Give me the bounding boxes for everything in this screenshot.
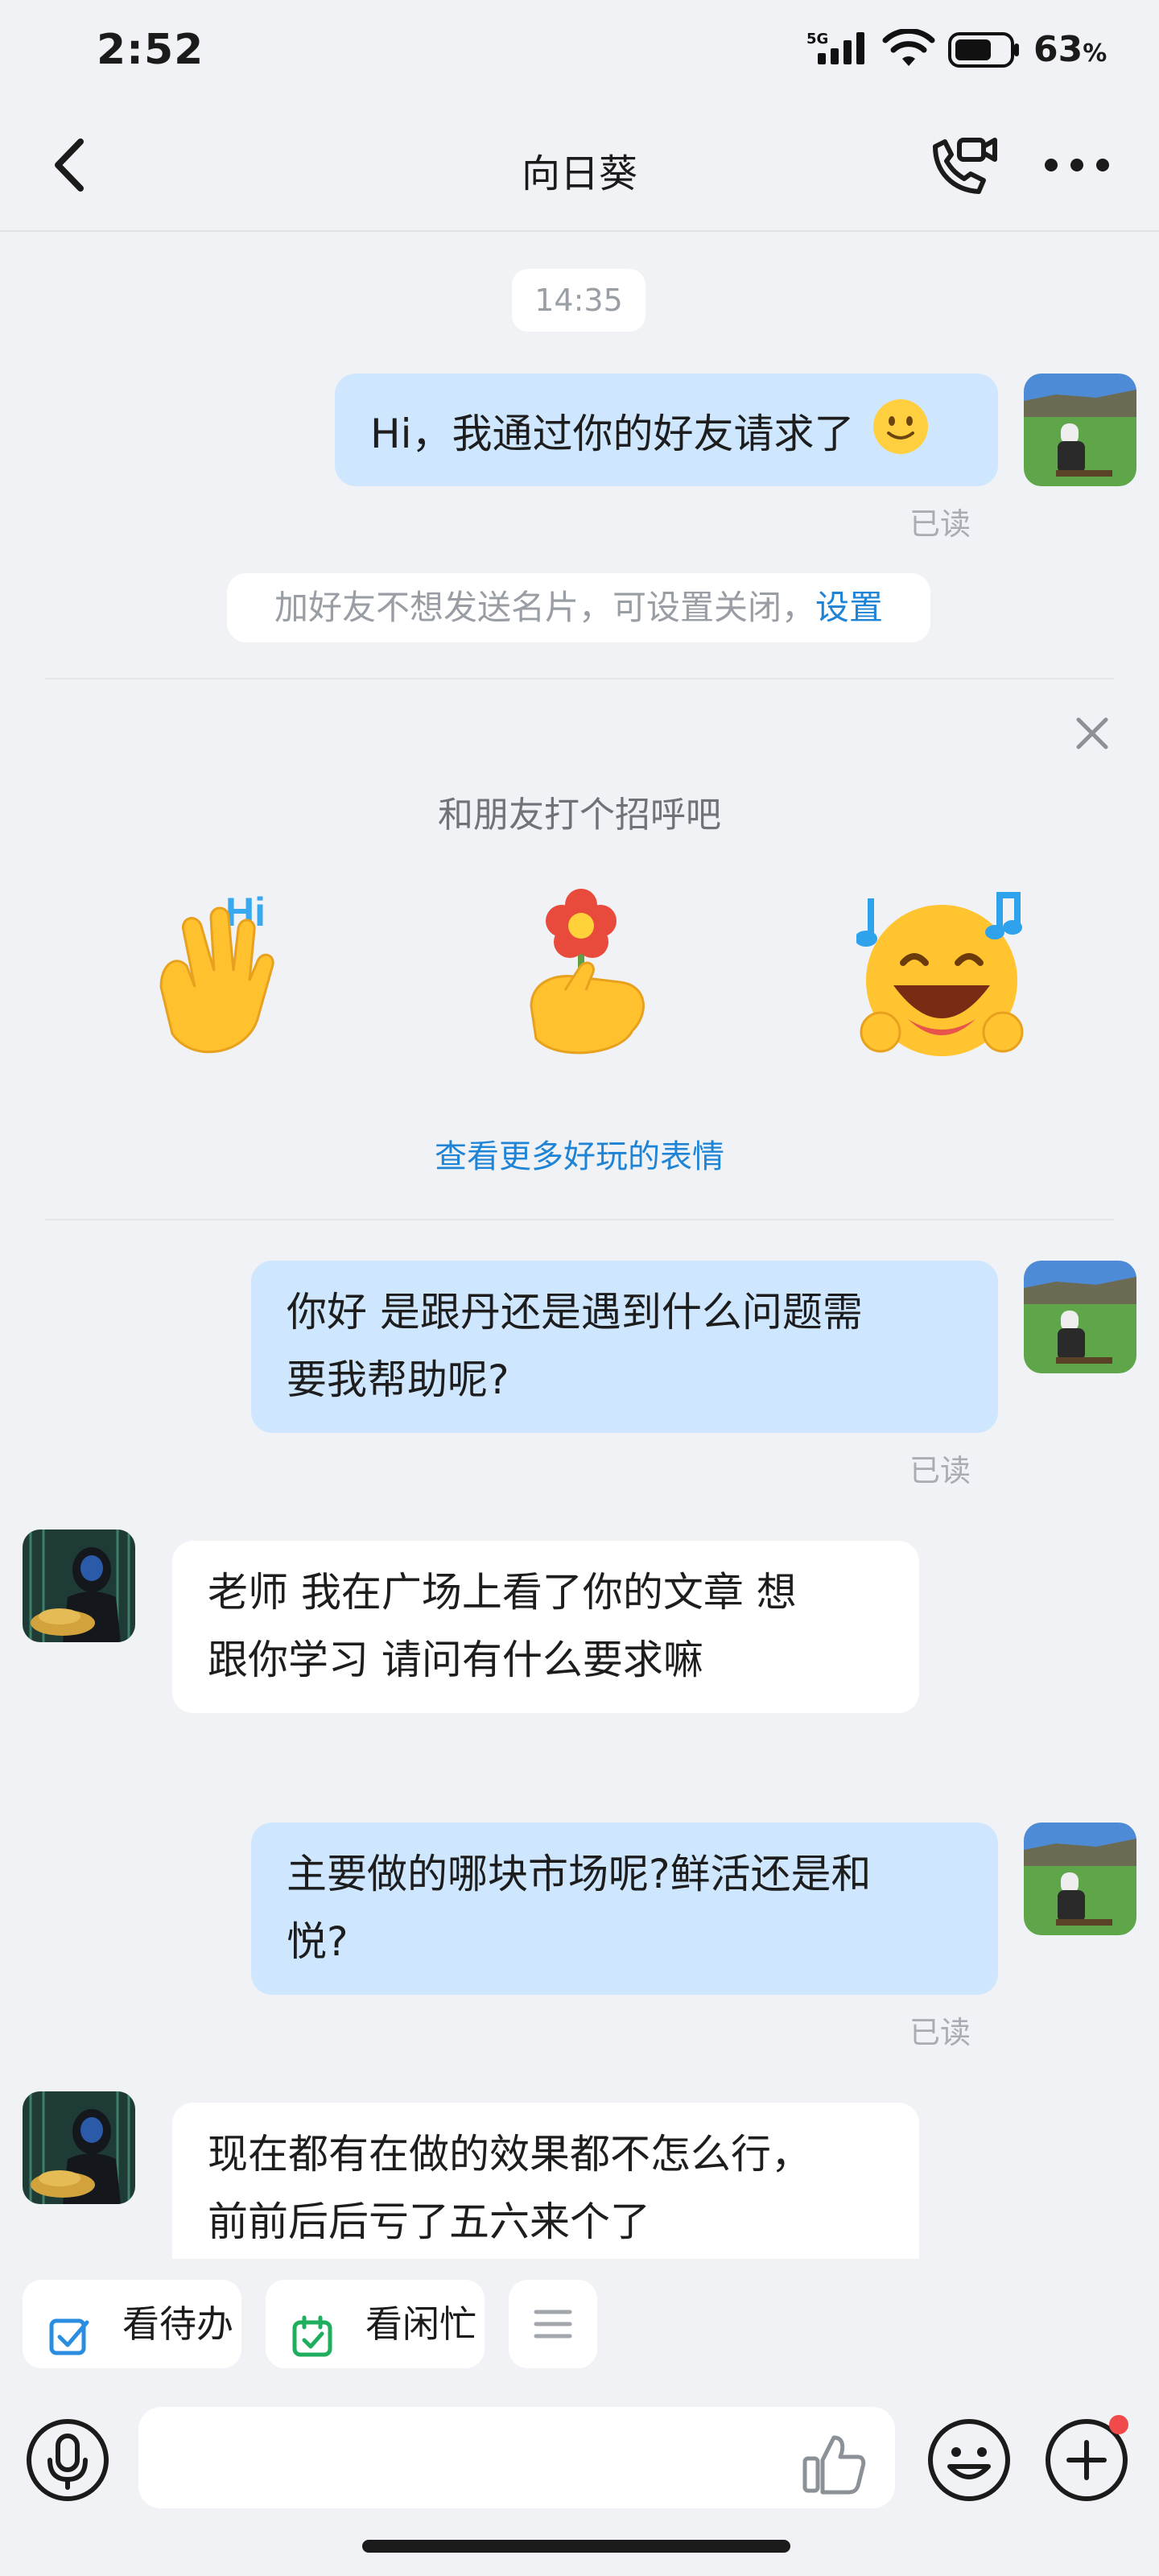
calendar-check-icon — [290, 2302, 335, 2391]
message-input[interactable] — [138, 2407, 895, 2508]
message-line: 前前后后亏了五六来个了 — [208, 2198, 650, 2245]
message-line: 老师 我在广场上看了你的文章 想 — [208, 1569, 797, 1616]
outgoing-message[interactable]: Hi，我通过你的好友请求了 — [335, 374, 998, 486]
emoji-button[interactable] — [926, 2417, 1013, 2504]
availability-quick-button[interactable]: 看闲忙 — [266, 2280, 485, 2368]
greeting-divider-bottom — [45, 1219, 1114, 1220]
battery-icon — [948, 32, 1021, 68]
contact-avatar[interactable] — [23, 1530, 135, 1642]
read-status: 已读 — [909, 506, 971, 542]
close-greeting-button[interactable] — [1070, 712, 1114, 755]
phone-video-icon — [933, 138, 997, 194]
wifi-icon — [882, 27, 935, 69]
voice-input-button[interactable] — [24, 2417, 111, 2504]
my-avatar[interactable] — [1024, 374, 1136, 486]
status-time: 2:52 — [97, 26, 204, 74]
message-timestamp: 14:35 — [512, 269, 645, 332]
waving-hand-hi-sticker[interactable]: Hi — [137, 882, 298, 1067]
more-button[interactable] — [1038, 145, 1116, 185]
my-avatar[interactable] — [1024, 1823, 1136, 1935]
todo-quick-button[interactable]: 看待办 — [23, 2280, 241, 2368]
more-stickers-link[interactable]: 查看更多好玩的表情 — [0, 1130, 1159, 1177]
svg-text:5G: 5G — [806, 31, 828, 47]
quick-action-label: 看待办 — [122, 2302, 233, 2346]
outgoing-message[interactable]: 主要做的哪块市场呢?鲜活还是和 悦? — [251, 1823, 998, 1995]
outgoing-message[interactable]: 你好 是跟丹还是遇到什么问题需 要我帮助呢? — [251, 1261, 998, 1433]
notification-dot — [1109, 2415, 1128, 2434]
hand-holding-flower-sticker[interactable] — [499, 877, 660, 1071]
message-text: Hi，我通过你的好友请求了 — [370, 411, 855, 457]
call-button[interactable] — [924, 129, 1001, 201]
read-status: 已读 — [909, 1453, 971, 1488]
home-indicator — [362, 2540, 790, 2553]
greeting-divider-top — [45, 678, 1114, 679]
signal-5g-icon: 5G — [806, 29, 879, 68]
quick-action-label: 看闲忙 — [365, 2302, 476, 2346]
incoming-message[interactable]: 老师 我在广场上看了你的文章 想 跟你学习 请问有什么要求嘛 — [172, 1541, 919, 1713]
laughing-music-sticker[interactable] — [855, 890, 1029, 1067]
like-button[interactable] — [800, 2429, 868, 2497]
microphone-icon — [27, 2419, 109, 2501]
menu-lines-icon — [534, 2310, 572, 2339]
slightly-smiling-face-icon — [870, 396, 931, 477]
more-dots-icon — [1045, 159, 1109, 171]
contact-avatar[interactable] — [23, 2091, 135, 2204]
settings-link[interactable]: 设置 — [815, 588, 883, 627]
message-line: 悦? — [287, 1918, 349, 1965]
thumbs-up-icon — [802, 2435, 866, 2495]
header-divider — [0, 230, 1159, 232]
checkbox-icon — [47, 2302, 92, 2391]
message-line: 现在都有在做的效果都不怎么行， — [208, 2131, 811, 2178]
message-line: 主要做的哪块市场呢?鲜活还是和 — [287, 1851, 872, 1897]
close-icon — [1076, 717, 1108, 749]
incoming-message[interactable]: 现在都有在做的效果都不怎么行， 前前后后亏了五六来个了 — [172, 2103, 919, 2259]
emoji-icon — [928, 2419, 1010, 2501]
battery-percentage: 63% — [1033, 29, 1107, 70]
greeting-title: 和朋友打个招呼吧 — [438, 795, 721, 836]
read-status: 已读 — [909, 2015, 971, 2050]
message-line: 要我帮助呢? — [287, 1356, 509, 1403]
message-line: 跟你学习 请问有什么要求嘛 — [208, 1637, 703, 1683]
my-avatar[interactable] — [1024, 1261, 1136, 1373]
message-line: 你好 是跟丹还是遇到什么问题需 — [287, 1289, 863, 1335]
card-setting-notice: 加好友不想发送名片，可设置关闭，设置 — [227, 573, 930, 642]
more-quick-actions-button[interactable] — [509, 2280, 597, 2368]
